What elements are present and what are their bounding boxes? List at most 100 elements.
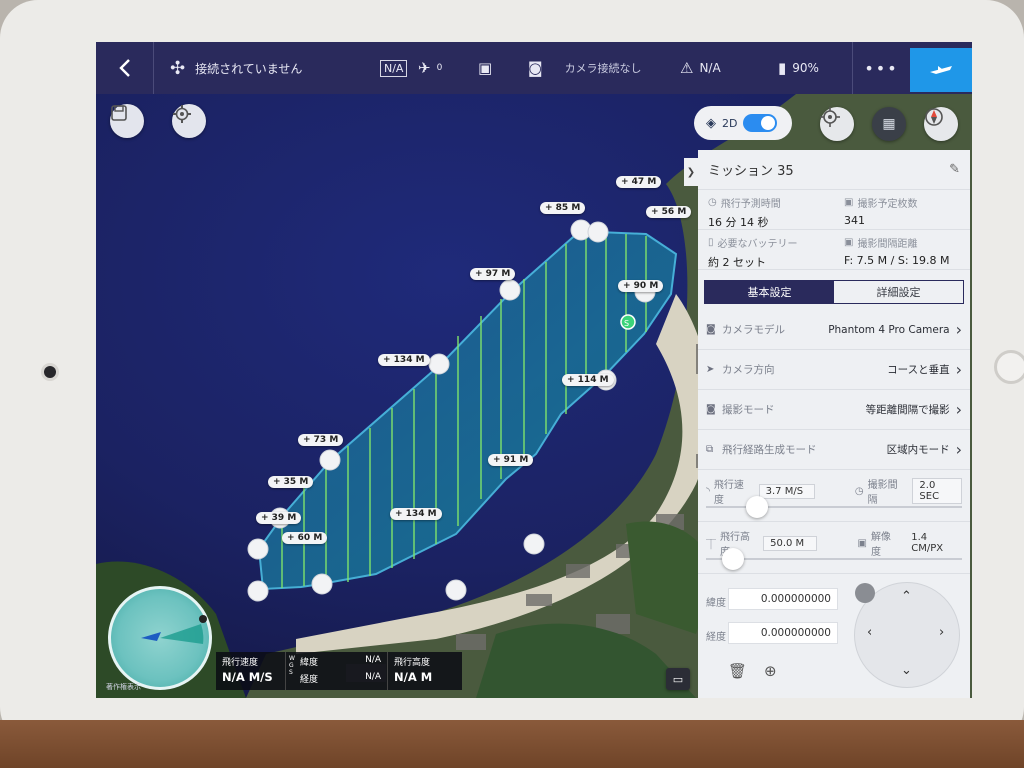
tab-advanced[interactable]: 詳細設定 xyxy=(834,281,963,303)
mission-stats: ◷ 飛行予測時間 16 分 14 秒 ▣ 撮影予定枚数 341 ▯ 必要なバッテリー … xyxy=(698,190,970,270)
arrow-left-icon[interactable]: ‹ xyxy=(867,625,872,640)
satellite-count: 0 xyxy=(436,63,443,73)
map-thumbnail-button[interactable]: ▦ xyxy=(872,107,906,141)
setting-label: 飛行経路生成モード xyxy=(722,444,817,456)
more-button[interactable]: ••• xyxy=(852,42,910,94)
photos-stat: ▣ 撮影予定枚数 341 xyxy=(834,190,970,230)
speed-slider-handle[interactable] xyxy=(746,496,768,518)
speed-track[interactable] xyxy=(706,506,962,508)
map-copyright: 著作権表示 xyxy=(106,683,141,691)
dpad-center[interactable] xyxy=(855,583,875,603)
battery-value-stat: 約 2 セット xyxy=(708,256,766,269)
chevron-right-icon: › xyxy=(955,360,962,379)
battery-small-icon: ▯ xyxy=(708,237,714,248)
screen-switch-icon: ▭ xyxy=(672,672,684,686)
resolution-icon: ▣ xyxy=(857,537,867,549)
distance-label: + 90 M xyxy=(618,280,664,292)
panel-collapse-button[interactable]: ❯ xyxy=(684,158,698,186)
edit-icon[interactable]: ✎ xyxy=(949,162,960,177)
speed-value: 3.7 M/S xyxy=(758,483,815,499)
setting-value: 区域内モード xyxy=(886,444,950,456)
shot-interval-label: 撮影間隔 xyxy=(867,480,898,506)
connection-status-text: 接続されていません xyxy=(195,61,303,76)
telemetry-lon-label: 経度 xyxy=(300,675,319,685)
setting-label: カメラ方向 xyxy=(722,364,775,376)
home-button[interactable] xyxy=(994,350,1024,384)
clock-icon: ◷ xyxy=(708,197,717,208)
chevron-right-icon: › xyxy=(955,400,962,419)
direction-pad[interactable]: ⌃ ⌄ ‹ › xyxy=(854,582,960,688)
speed-slider-row: ◝ 飛行速度 3.7 M/S ◷ 撮影間隔 2.0 SEC xyxy=(698,470,970,522)
view-mode-toggle[interactable]: ◈ 2D xyxy=(694,106,792,140)
shot-interval-value: 2.0 SEC xyxy=(912,478,963,504)
battery-status: ▮ 90% xyxy=(778,42,819,94)
gear-icon xyxy=(173,105,191,123)
waypoint-icon[interactable]: ⊕ xyxy=(764,662,777,680)
latitude-label: 緯度 xyxy=(706,598,726,609)
longitude-field[interactable]: 0.000000000 xyxy=(728,622,838,644)
arrow-right-icon[interactable]: › xyxy=(939,625,944,640)
camera-status: ◙ カメラ接続なし xyxy=(528,42,642,94)
compass-button[interactable] xyxy=(924,107,958,141)
arrow-down-icon[interactable]: ⌄ xyxy=(901,663,912,678)
setting-value: コースと垂直 xyxy=(887,364,950,376)
setting-shooting-mode[interactable]: ◙ 撮影モード 等距離間隔で撮影 › xyxy=(698,390,970,430)
setting-camera-model[interactable]: ◙ カメラモデル Phantom 4 Pro Camera › xyxy=(698,310,970,350)
altitude-track[interactable] xyxy=(706,558,962,560)
telemetry-altitude-value: N/A M xyxy=(394,670,433,684)
telemetry-altitude-label: 飛行高度 xyxy=(394,658,431,668)
drone-icon: ✣ xyxy=(170,57,186,79)
wgs-label: W G S xyxy=(289,655,295,676)
trash-icon[interactable]: 🗑 xyxy=(728,662,747,680)
camera-small-icon: ◙ xyxy=(706,324,716,335)
mission-panel: ミッション 35 ✎ ◷ 飛行予測時間 16 分 14 秒 ▣ 撮影予定枚数 341… xyxy=(698,150,970,698)
mission-header: ミッション 35 ✎ xyxy=(698,150,970,190)
save-icon xyxy=(111,105,127,121)
altitude-slider-handle[interactable] xyxy=(722,548,744,570)
interval-stat: ▣ 撮影間隔距離 F: 7.5 M / S: 19.8 M xyxy=(834,230,970,270)
interval-label: 撮影間隔距離 xyxy=(857,239,918,250)
telemetry-bar: 飛行速度 N/A M/S W G S 緯度 N/A 経度 N/A 飛行高度 N/A … xyxy=(216,652,462,690)
tab-basic[interactable]: 基本設定 xyxy=(705,281,834,303)
back-button[interactable] xyxy=(96,42,154,94)
layers-icon: ◈ xyxy=(706,115,716,131)
settings-tabs: 基本設定 詳細設定 xyxy=(704,280,964,304)
front-camera xyxy=(44,366,56,378)
arrow-up-icon[interactable]: ⌃ xyxy=(901,589,912,604)
photo-icon: ▣ xyxy=(844,197,854,208)
signal-status: ⚠ N/A xyxy=(680,42,721,94)
distance-label: + 85 M xyxy=(540,202,586,214)
settings-button[interactable] xyxy=(172,104,206,138)
chevron-right-icon: ❯ xyxy=(686,166,696,178)
setting-path-mode[interactable]: ⧉ 飛行経路生成モード 区域内モード › xyxy=(698,430,970,470)
setting-camera-direction[interactable]: ➤ カメラ方向 コースと垂直 › xyxy=(698,350,970,390)
distance-label: + 73 M xyxy=(298,434,344,446)
battery-label: 必要なバッテリー xyxy=(717,239,798,250)
screen-switch-button[interactable]: ▭ xyxy=(666,668,690,690)
chevron-left-icon xyxy=(118,59,130,77)
telemetry-altitude: 飛行高度 N/A M xyxy=(388,652,462,690)
map-thumbnail-icon: ▦ xyxy=(882,116,896,132)
telemetry-lat-label: 緯度 xyxy=(300,658,319,668)
camera-icon: ◙ xyxy=(528,59,543,77)
distance-icon: ▣ xyxy=(844,237,854,248)
distance-label: + 39 M xyxy=(256,512,302,524)
top-status-bar: ✣ 接続されていません N/A ✈ 0 ▣ ◙ カメラ接続なし ⚠ N/A ▮ … xyxy=(96,42,972,94)
altitude-value: 50.0 M xyxy=(763,535,818,551)
direction-icon: ➤ xyxy=(706,364,715,375)
chevron-right-icon: › xyxy=(955,320,962,339)
save-button[interactable] xyxy=(110,104,144,138)
satellite-status: ✈ 0 xyxy=(418,42,442,94)
gps-box: N/A xyxy=(380,59,408,77)
satellite-icon: ✈ xyxy=(418,59,431,77)
crosshair-icon xyxy=(820,107,840,127)
compass-icon xyxy=(925,108,943,126)
start-flight-button[interactable] xyxy=(910,48,972,92)
altitude-slider-row: ⏉ 飛行高度 50.0 M ▣ 解像度 1.4 CM/PX xyxy=(698,522,970,574)
view-mode-switch[interactable] xyxy=(743,114,778,132)
app-screen: S + 47 M + 85 M + 56 M + 97 M + 90 M + 134 M +… xyxy=(96,42,972,698)
locate-button[interactable] xyxy=(820,107,854,141)
latitude-field[interactable]: 0.000000000 xyxy=(728,588,838,610)
distance-label: + 97 M xyxy=(470,268,516,280)
radar-compass[interactable] xyxy=(108,586,212,690)
